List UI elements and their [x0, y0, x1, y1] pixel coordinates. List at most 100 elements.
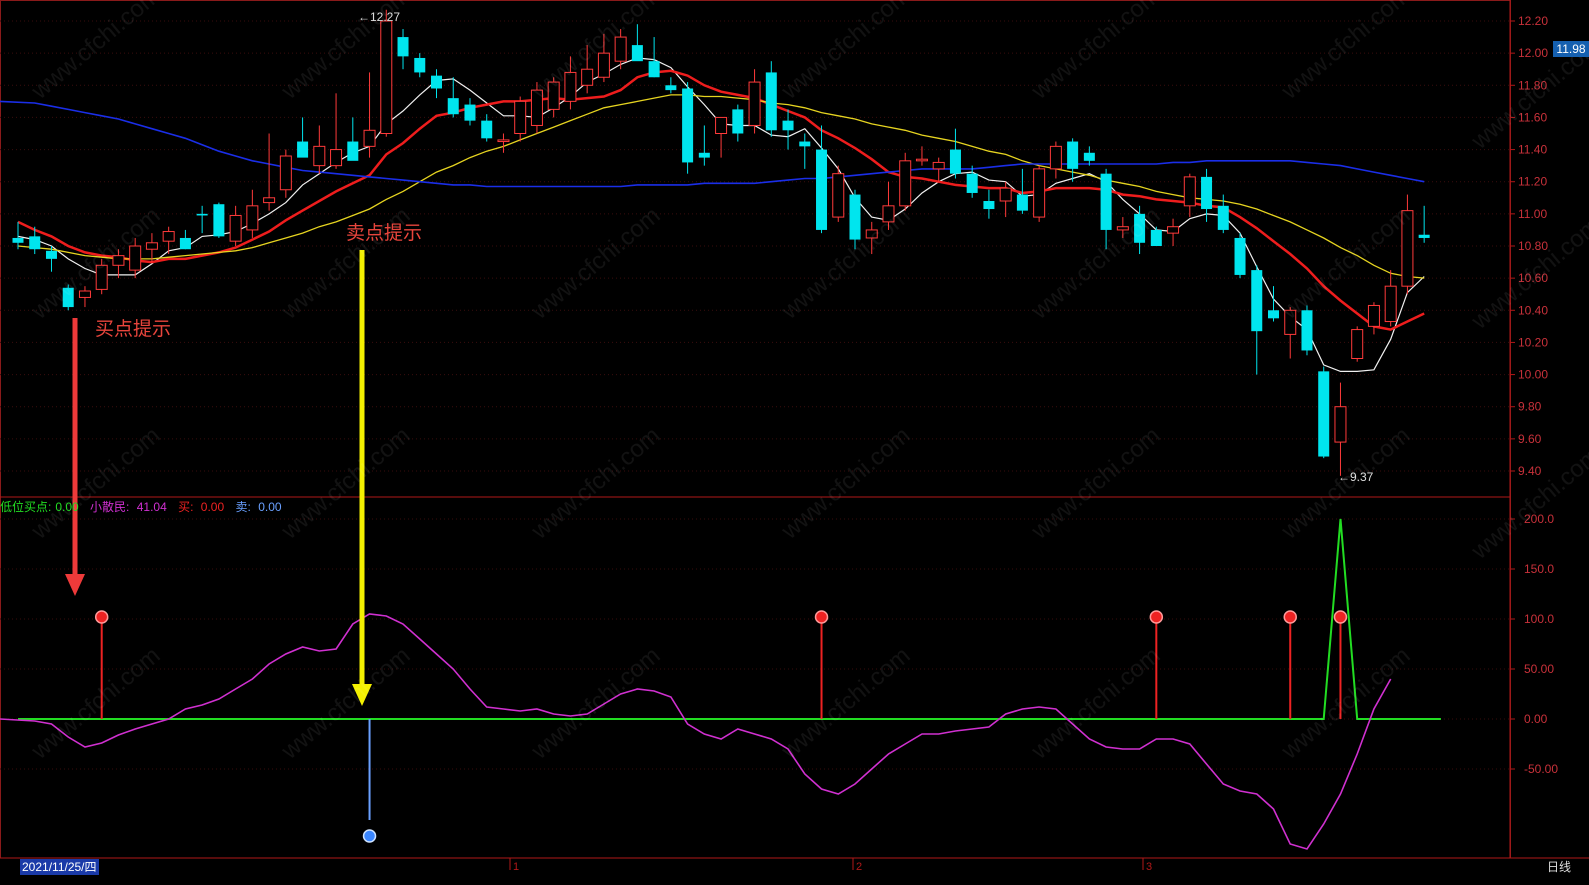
candle-body: [29, 236, 41, 250]
candle: [1183, 173, 1196, 218]
candle-body: [297, 141, 309, 158]
candle-body: [1384, 285, 1397, 323]
watermark-text: www.cfchi.com: [26, 202, 166, 325]
osc-tick-label: -50.00: [1524, 762, 1558, 776]
candle-body: [514, 100, 527, 134]
candle: [1083, 146, 1095, 166]
candle-body: [849, 194, 861, 240]
watermark-text: www.cfchi.com: [1026, 0, 1166, 105]
candle: [213, 202, 225, 238]
candle: [514, 96, 527, 142]
candle-body: [765, 72, 777, 131]
candle: [748, 69, 761, 134]
candle-body: [414, 57, 426, 73]
candle: [915, 146, 928, 166]
candle-body: [263, 197, 276, 204]
watermark-text: www.cfchi.com: [26, 422, 166, 545]
candle: [1367, 302, 1380, 335]
watermark-text: www.cfchi.com: [776, 642, 916, 765]
watermark-text: www.cfchi.com: [1466, 442, 1589, 565]
month-label: 1: [513, 861, 519, 873]
last-price-badge: 11.98: [1553, 41, 1589, 57]
candle-body: [631, 45, 643, 62]
candle-body: [380, 20, 393, 134]
legend-small-investors: 小散民: 41.04: [90, 500, 167, 514]
candle: [179, 229, 191, 250]
candle-body: [179, 237, 191, 250]
candle: [363, 72, 376, 158]
watermark-text: www.cfchi.com: [1026, 422, 1166, 545]
candle-body: [229, 214, 242, 242]
price-tick-label: 9.60: [1518, 432, 1542, 446]
candle: [464, 98, 476, 126]
candle: [631, 24, 643, 62]
candle: [1418, 205, 1430, 243]
candle-body: [397, 37, 409, 57]
watermark-text: www.cfchi.com: [526, 642, 666, 765]
watermark-text: www.cfchi.com: [276, 642, 416, 765]
candle: [698, 125, 710, 166]
candle-body: [347, 141, 359, 161]
watermark-text: www.cfchi.com: [776, 422, 916, 545]
candle-body: [481, 120, 493, 139]
candle: [313, 125, 326, 174]
buy-signal-ball: [814, 610, 829, 624]
candle-body: [932, 161, 945, 170]
watermark-text: www.cfchi.com: [26, 0, 166, 105]
candle: [1351, 326, 1364, 362]
candle-body: [983, 201, 995, 210]
candle-body: [1318, 371, 1330, 457]
candle-body: [782, 120, 794, 131]
small-investors-line: [0, 613, 1392, 850]
candle: [246, 189, 259, 238]
osc-tick-label: 150.0: [1524, 562, 1554, 576]
watermark-text: www.cfchi.com: [776, 202, 916, 325]
candle-body: [816, 149, 828, 230]
buy-hint-arrow: [65, 318, 85, 596]
candle: [832, 165, 845, 222]
candle-body: [648, 61, 660, 78]
candle-body: [279, 155, 292, 191]
sell-signal-ball: [362, 829, 377, 843]
candle: [447, 77, 459, 118]
candle: [297, 117, 309, 158]
candle: [1334, 382, 1347, 476]
candle: [397, 29, 409, 70]
candle-body: [1067, 141, 1079, 169]
candle-body: [1183, 176, 1196, 207]
buy-low-line: [18, 518, 1441, 720]
price-tick-label: 10.20: [1518, 335, 1548, 349]
price-tick-label: 11.20: [1518, 175, 1547, 189]
candle: [1384, 270, 1397, 327]
candle: [279, 149, 292, 198]
candle: [1251, 265, 1263, 375]
candle-body: [1418, 234, 1430, 238]
buy-signal-ball: [1149, 610, 1164, 624]
candle: [347, 117, 359, 161]
candle: [1318, 366, 1330, 459]
candle-body: [799, 141, 811, 147]
ma5-line: [17, 57, 1425, 372]
candle: [665, 77, 677, 94]
candle: [966, 165, 978, 198]
buy-signal-pin: [1283, 610, 1297, 719]
buy-signal-ball: [94, 610, 109, 624]
candle-body: [1083, 152, 1095, 161]
candle: [765, 61, 777, 137]
candle-body: [832, 173, 845, 218]
candle-body: [698, 152, 710, 158]
candle-body: [748, 81, 761, 126]
buy-signal-ball: [1283, 610, 1297, 624]
period-label[interactable]: 日线: [1547, 859, 1571, 875]
candle-body: [313, 145, 326, 167]
candle-body: [949, 149, 961, 174]
stock-chart: 12.2012.0011.8011.6011.4011.2011.0010.80…: [0, 0, 1589, 873]
candle: [816, 125, 828, 234]
watermark-text: www.cfchi.com: [1026, 202, 1166, 325]
candle-body: [715, 116, 728, 135]
candle: [330, 93, 343, 169]
month-label: 3: [1146, 861, 1152, 873]
candle: [732, 104, 744, 142]
candle: [899, 152, 912, 211]
candle-body: [1334, 406, 1347, 443]
